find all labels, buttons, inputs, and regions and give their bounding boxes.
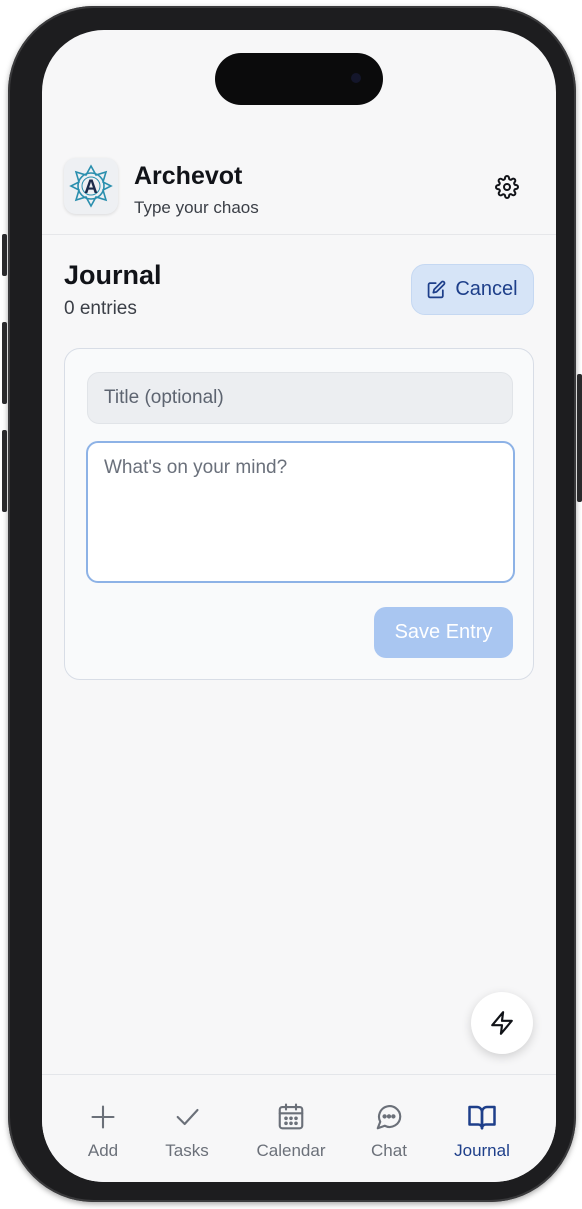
cancel-button[interactable]: Cancel [411,264,534,315]
volume-up-button [2,322,7,404]
edit-icon [427,280,446,299]
calendar-icon [276,1101,306,1133]
app-screen: A Archevot Type your chaos Journal 0 ent… [42,30,556,1182]
gear-icon[interactable] [494,174,520,200]
cancel-label: Cancel [455,278,518,300]
entry-count: 0 entries [64,298,137,319]
nav-item-tasks[interactable]: Tasks [137,1101,237,1161]
app-header: A Archevot Type your chaos [42,148,556,235]
nav-label: Chat [371,1141,407,1160]
book-icon [467,1101,497,1133]
title-input[interactable] [87,372,513,424]
nav-label: Journal [454,1141,510,1160]
app-title: Archevot [134,162,243,190]
dynamic-island [215,53,383,105]
page-title: Journal [64,260,162,290]
app-subtitle: Type your chaos [134,198,259,217]
nav-label: Calendar [256,1141,326,1160]
lightning-icon [489,1010,515,1036]
nav-label: Tasks [165,1141,209,1160]
check-icon [173,1101,201,1133]
chat-icon [374,1101,404,1133]
power-button [577,374,582,502]
phone-frame: A Archevot Type your chaos Journal 0 ent… [2,6,582,1202]
logo-letter: A [84,177,98,198]
new-entry-card: Save Entry [64,348,534,680]
nav-item-calendar[interactable]: Calendar [241,1101,341,1161]
save-entry-button[interactable]: Save Entry [374,607,513,658]
volume-down-button [2,430,7,512]
bottom-nav: Add Tasks Calendar Chat Journal [42,1074,556,1182]
quick-action-button[interactable] [471,992,533,1054]
entry-body-input[interactable] [86,441,515,583]
nav-item-chat[interactable]: Chat [339,1101,439,1161]
nav-item-journal[interactable]: Journal [432,1101,532,1161]
mandala-logo-icon: A [64,158,118,214]
plus-icon [89,1101,117,1133]
nav-label: Add [87,1141,119,1160]
action-button [2,234,7,276]
